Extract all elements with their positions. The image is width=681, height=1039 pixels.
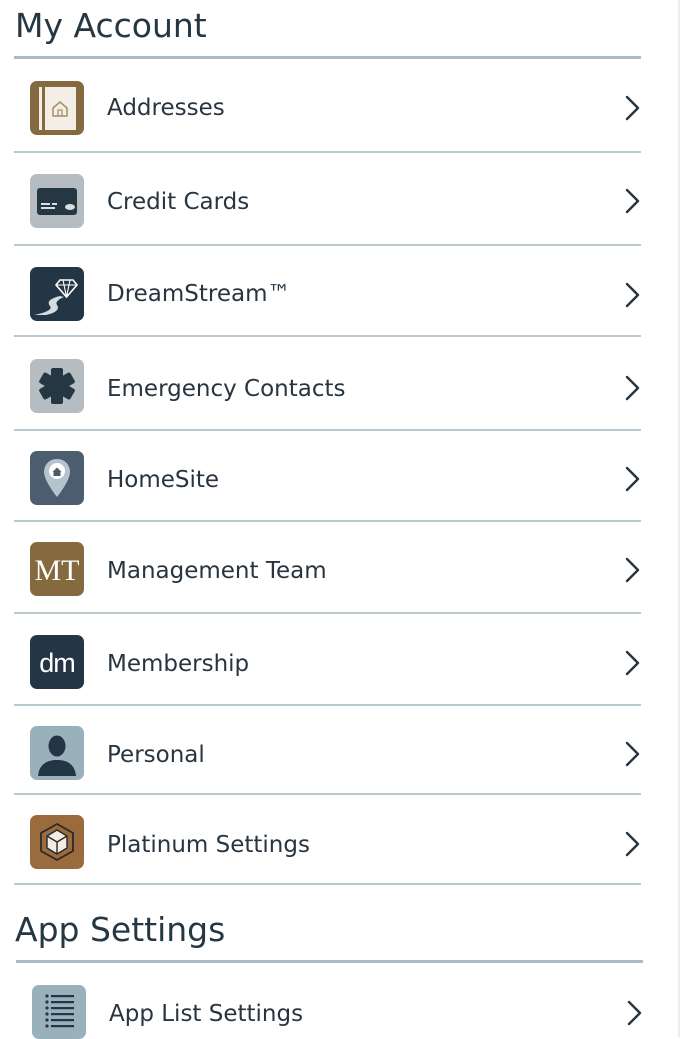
mt-logo-icon: MT [30, 542, 84, 596]
dm-logo-icon: dm [30, 635, 84, 689]
chevron-right-icon [625, 831, 640, 857]
chevron-right-icon [625, 466, 640, 492]
row-divider [14, 883, 641, 885]
list-item-label: Credit Cards [107, 189, 250, 215]
list-item-label: HomeSite [107, 467, 220, 493]
medical-star-icon [30, 359, 84, 413]
chevron-right-icon [625, 282, 640, 308]
svg-text:dm: dm [39, 648, 75, 678]
svg-text:MT: MT [35, 554, 80, 587]
chevron-right-icon [627, 1000, 642, 1026]
chevron-right-icon [625, 557, 640, 583]
list-item-label: Personal [107, 742, 205, 768]
list-item-dreamstream[interactable]: DreamStream™ [14, 246, 641, 337]
list-item-credit-cards[interactable]: Credit Cards [14, 153, 641, 246]
platinum-cube-icon [30, 815, 84, 869]
section-divider [14, 56, 641, 59]
list-item-management-team[interactable]: MT Management Team [14, 522, 641, 614]
chevron-right-icon [625, 741, 640, 767]
list-item-label: DreamStream™ [107, 281, 291, 307]
list-item-personal[interactable]: Personal [14, 706, 641, 795]
list-item-addresses[interactable]: Addresses [14, 60, 641, 153]
dreamstream-icon [30, 267, 84, 321]
list-item-label: Management Team [107, 558, 327, 584]
list-item-label: Emergency Contacts [107, 376, 346, 402]
list-item-emergency-contacts[interactable]: Emergency Contacts [14, 337, 641, 431]
right-edge-rule [678, 0, 680, 1037]
list-item-membership[interactable]: dm Membership [14, 614, 641, 706]
list-item-label: Platinum Settings [107, 832, 310, 858]
chevron-right-icon [625, 95, 640, 121]
address-book-icon [30, 81, 84, 135]
chevron-right-icon [625, 375, 640, 401]
person-icon [30, 726, 84, 780]
list-item-label: App List Settings [109, 1001, 304, 1027]
chevron-right-icon [625, 650, 640, 676]
list-item-platinum-settings[interactable]: Platinum Settings [14, 795, 641, 885]
list-settings-icon [32, 985, 86, 1039]
home-pin-icon [30, 451, 84, 505]
list-item-app-list-settings[interactable]: App List Settings [16, 963, 643, 1039]
list-item-label: Addresses [107, 95, 225, 121]
chevron-right-icon [625, 188, 640, 214]
list-item-homesite[interactable]: HomeSite [14, 431, 641, 522]
list-item-label: Membership [107, 651, 250, 677]
credit-card-icon [30, 174, 84, 228]
section-title-app-settings: App Settings [15, 910, 226, 949]
section-title-my-account: My Account [15, 6, 207, 45]
